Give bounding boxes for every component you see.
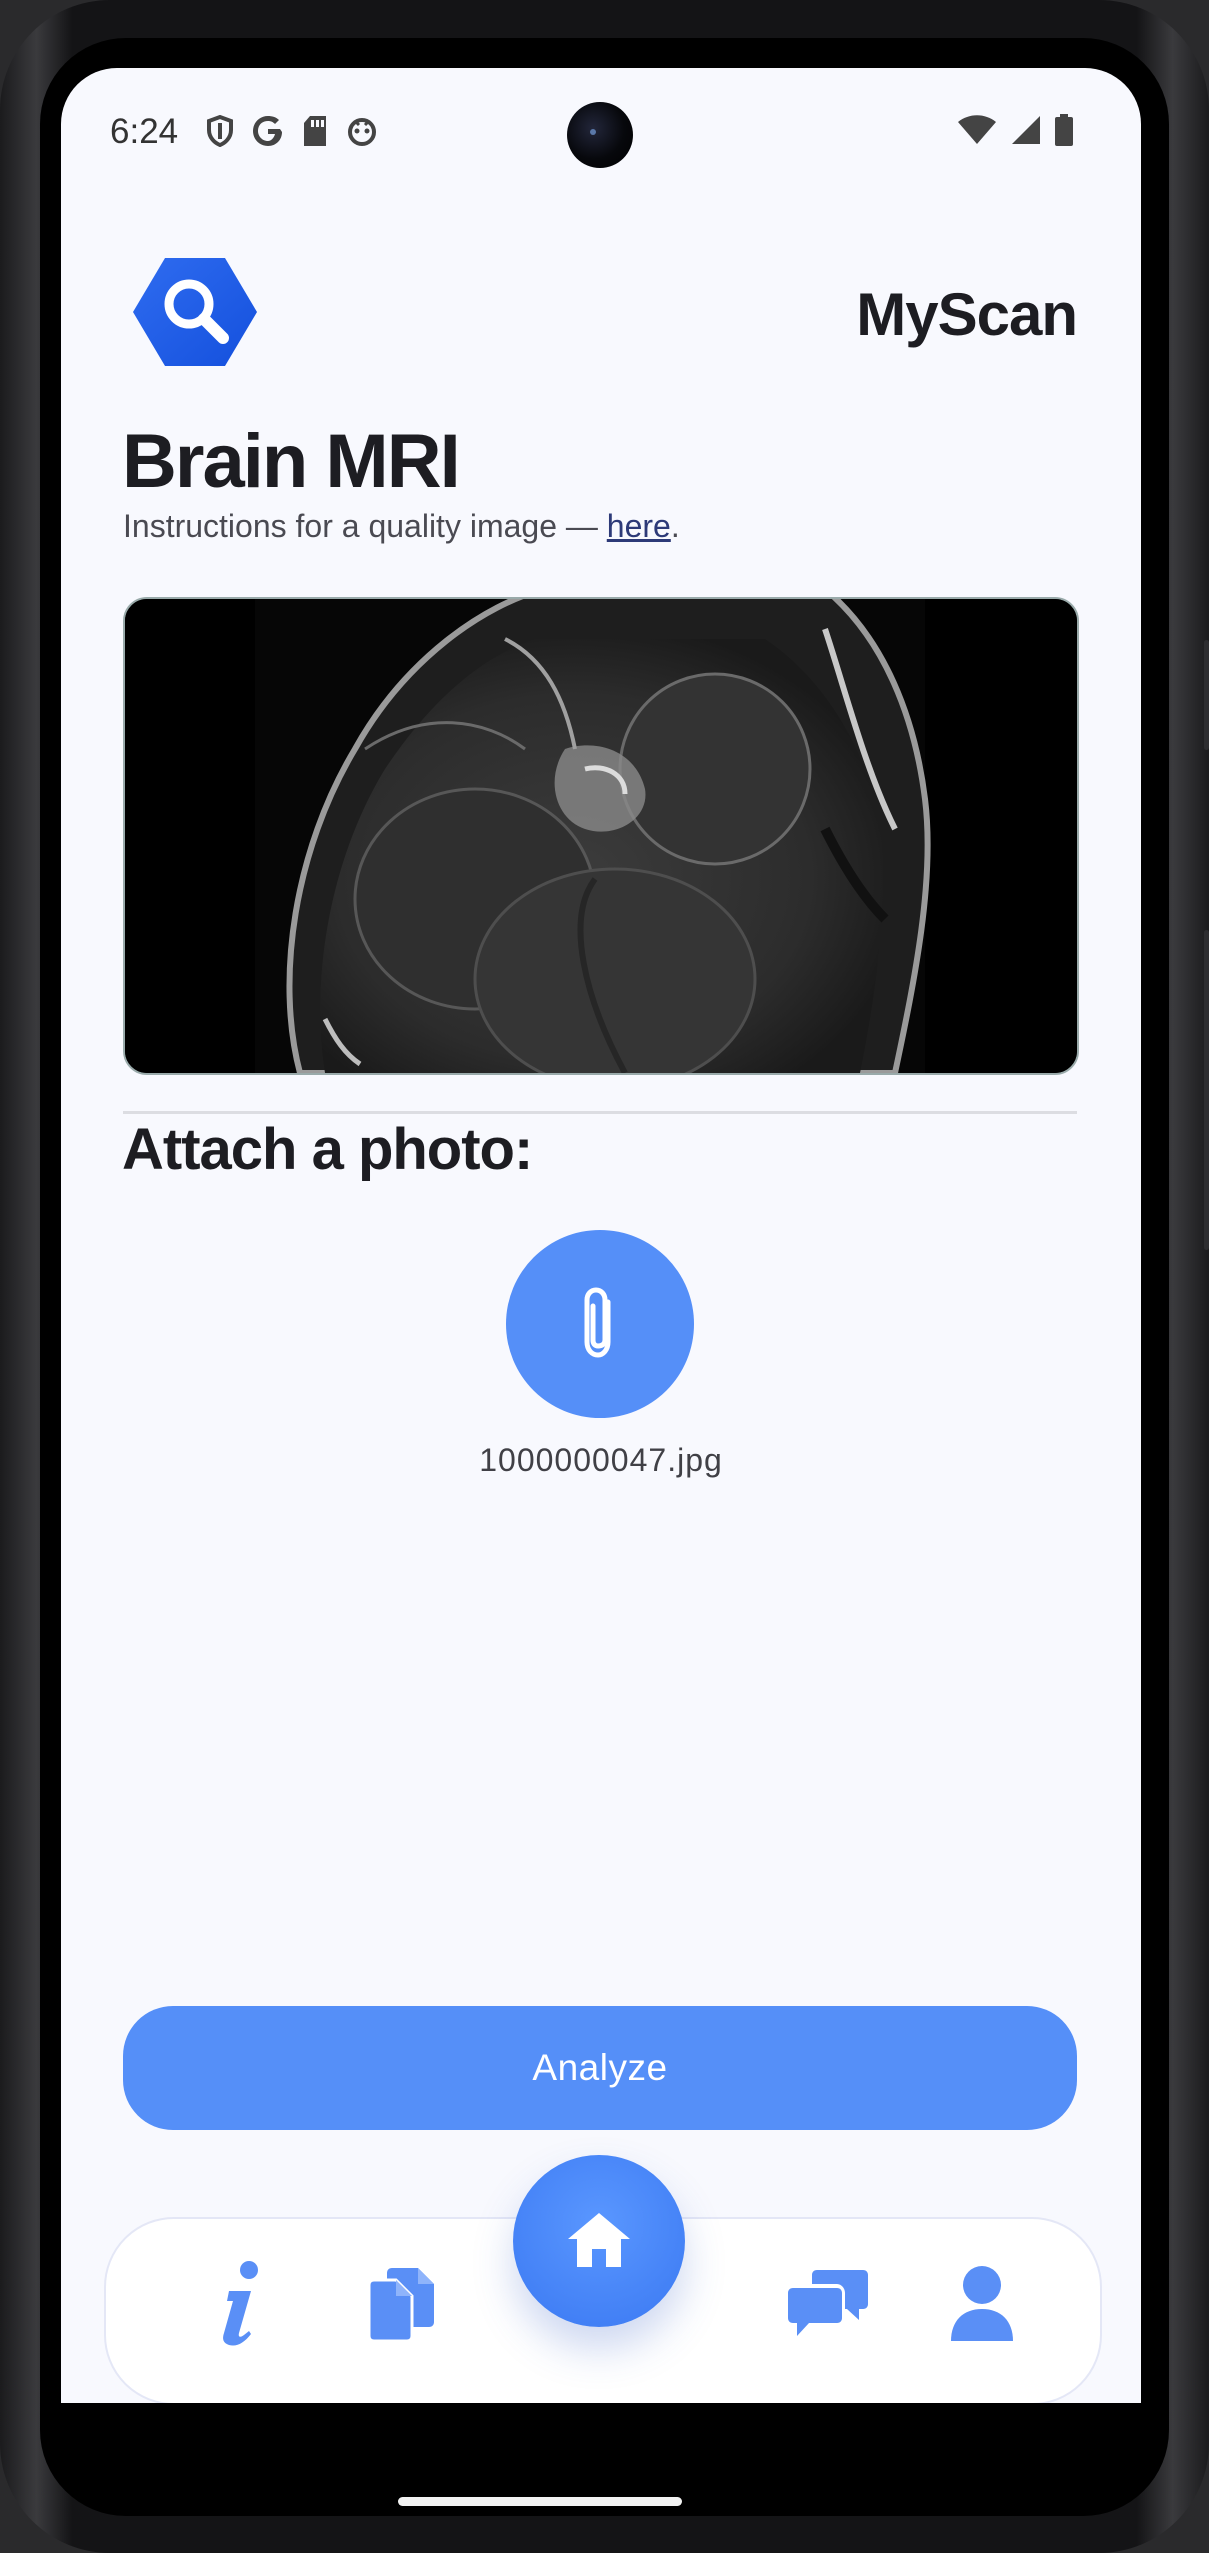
attached-filename: 1000000047.jpg xyxy=(479,1442,723,1478)
home-icon xyxy=(566,2211,632,2272)
shield-icon xyxy=(206,115,234,147)
user-icon xyxy=(949,2265,1015,2348)
front-camera xyxy=(567,102,633,168)
volume-button xyxy=(1204,930,1209,1250)
nav-documents[interactable] xyxy=(351,2251,451,2361)
analyze-button[interactable]: Analyze xyxy=(123,2006,1077,2130)
attach-photo-button[interactable] xyxy=(506,1230,694,1418)
page-title: Brain MRI xyxy=(122,419,461,504)
chat-icon xyxy=(787,2268,869,2345)
app-name: MyScan xyxy=(856,281,1078,348)
power-button xyxy=(1204,640,1209,750)
sd-card-icon xyxy=(302,115,328,147)
nav-home[interactable] xyxy=(513,2155,685,2327)
home-indicator[interactable] xyxy=(398,2497,682,2506)
instructions-suffix: . xyxy=(670,508,680,544)
status-bar: 6:24 xyxy=(61,68,1141,196)
screen: 6:24 MyScan Brain MRI Instructions for a… xyxy=(61,68,1141,2403)
documents-icon xyxy=(366,2266,436,2347)
nav-profile[interactable] xyxy=(927,2251,1037,2361)
wifi-icon xyxy=(957,115,997,150)
nav-chat[interactable] xyxy=(773,2251,883,2361)
instructions-prefix: Instructions for a quality image — xyxy=(123,508,607,544)
battery-icon xyxy=(1055,114,1073,151)
signal-icon xyxy=(1011,115,1041,150)
magnifier-hexagon-icon xyxy=(131,256,259,368)
instructions-text: Instructions for a quality image — here. xyxy=(123,508,680,545)
nav-info[interactable] xyxy=(191,2251,291,2361)
instructions-link[interactable]: here xyxy=(607,508,671,544)
status-time: 6:24 xyxy=(110,112,179,151)
section-divider xyxy=(123,1111,1077,1114)
paperclip-icon xyxy=(578,1286,622,1363)
face-icon xyxy=(346,115,378,147)
info-icon xyxy=(211,2259,271,2354)
mri-preview-image xyxy=(123,597,1079,1075)
attach-heading: Attach a photo: xyxy=(122,1117,533,1182)
google-icon xyxy=(252,115,284,147)
